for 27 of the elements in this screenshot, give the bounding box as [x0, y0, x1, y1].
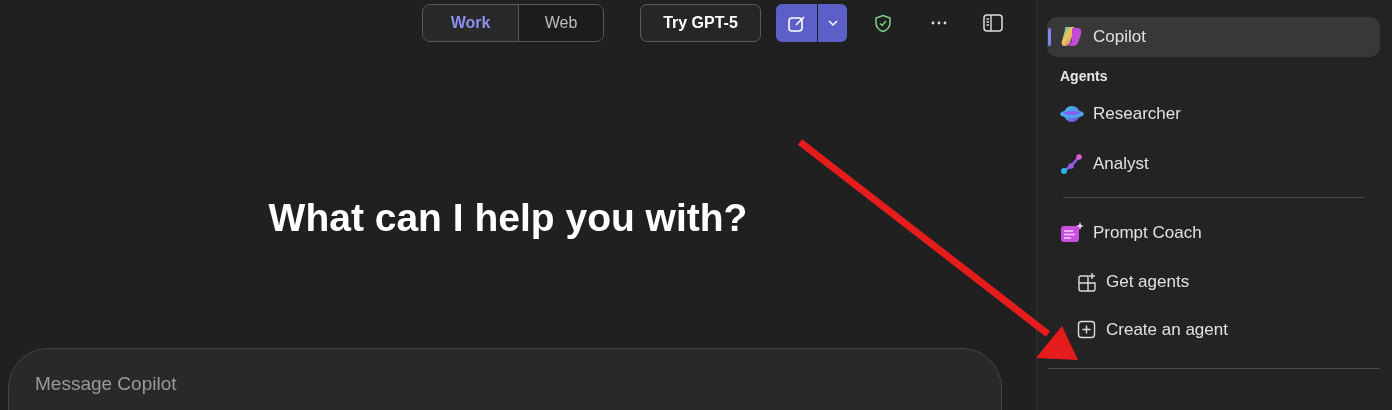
mode-tab[interactable]: Work	[423, 5, 518, 41]
sidebar-item[interactable]: Researcher	[1047, 89, 1380, 139]
compose-icon	[787, 13, 806, 33]
panel-button[interactable]	[983, 14, 1003, 32]
more-icon	[931, 20, 947, 26]
selection-indicator	[1048, 28, 1051, 46]
sidebar-item[interactable]: Create an agent	[1047, 306, 1380, 354]
sidebar-item[interactable]: Copilot	[1047, 17, 1380, 57]
sidebar-item[interactable]: Get agents	[1047, 258, 1380, 306]
sparkle-note-icon	[1060, 221, 1084, 245]
add-square-icon	[1077, 320, 1097, 340]
sidebar-item[interactable]: Prompt Coach	[1047, 208, 1380, 258]
more-button[interactable]	[929, 20, 949, 26]
sidebar-item[interactable]: Analyst	[1047, 139, 1380, 189]
copilot-logo-icon	[1060, 25, 1084, 49]
try-button[interactable]: Try GPT-5	[640, 4, 761, 42]
new-chat-button[interactable]	[776, 4, 817, 42]
shield-button[interactable]	[873, 13, 893, 33]
mode-tab[interactable]: Web	[518, 5, 603, 41]
heading: What can I help you with?	[268, 196, 748, 240]
chevron-down-icon	[826, 18, 839, 28]
chart-line-icon	[1060, 152, 1084, 176]
grid-plus-icon	[1077, 272, 1097, 292]
section-heading: Agents	[1059, 67, 1109, 86]
sidebar-panel-icon	[983, 14, 1003, 32]
message-input[interactable]: Message Copilot	[8, 348, 1002, 410]
shield-check-icon	[874, 13, 892, 33]
